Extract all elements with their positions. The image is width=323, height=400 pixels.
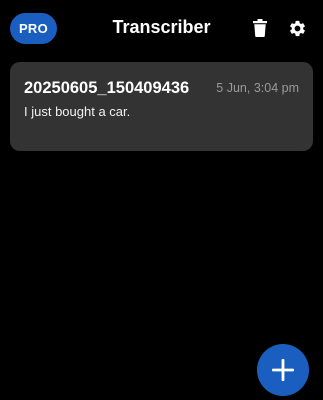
transcript-date: 5 Jun, 3:04 pm [216, 81, 299, 95]
delete-button[interactable] [249, 17, 271, 39]
transcript-title: 20250605_150409436 [24, 79, 190, 97]
gear-icon [289, 20, 305, 36]
settings-button[interactable] [286, 17, 308, 39]
add-recording-button[interactable] [257, 344, 309, 396]
trash-icon [253, 19, 267, 37]
app-bar: PRO Transcriber [0, 0, 323, 58]
page-title: Transcriber [112, 17, 211, 37]
transcript-card[interactable]: 20250605_150409436 5 Jun, 3:04 pm I just… [10, 62, 313, 151]
plus-icon [272, 359, 294, 381]
transcript-text: I just bought a car. [24, 104, 131, 119]
